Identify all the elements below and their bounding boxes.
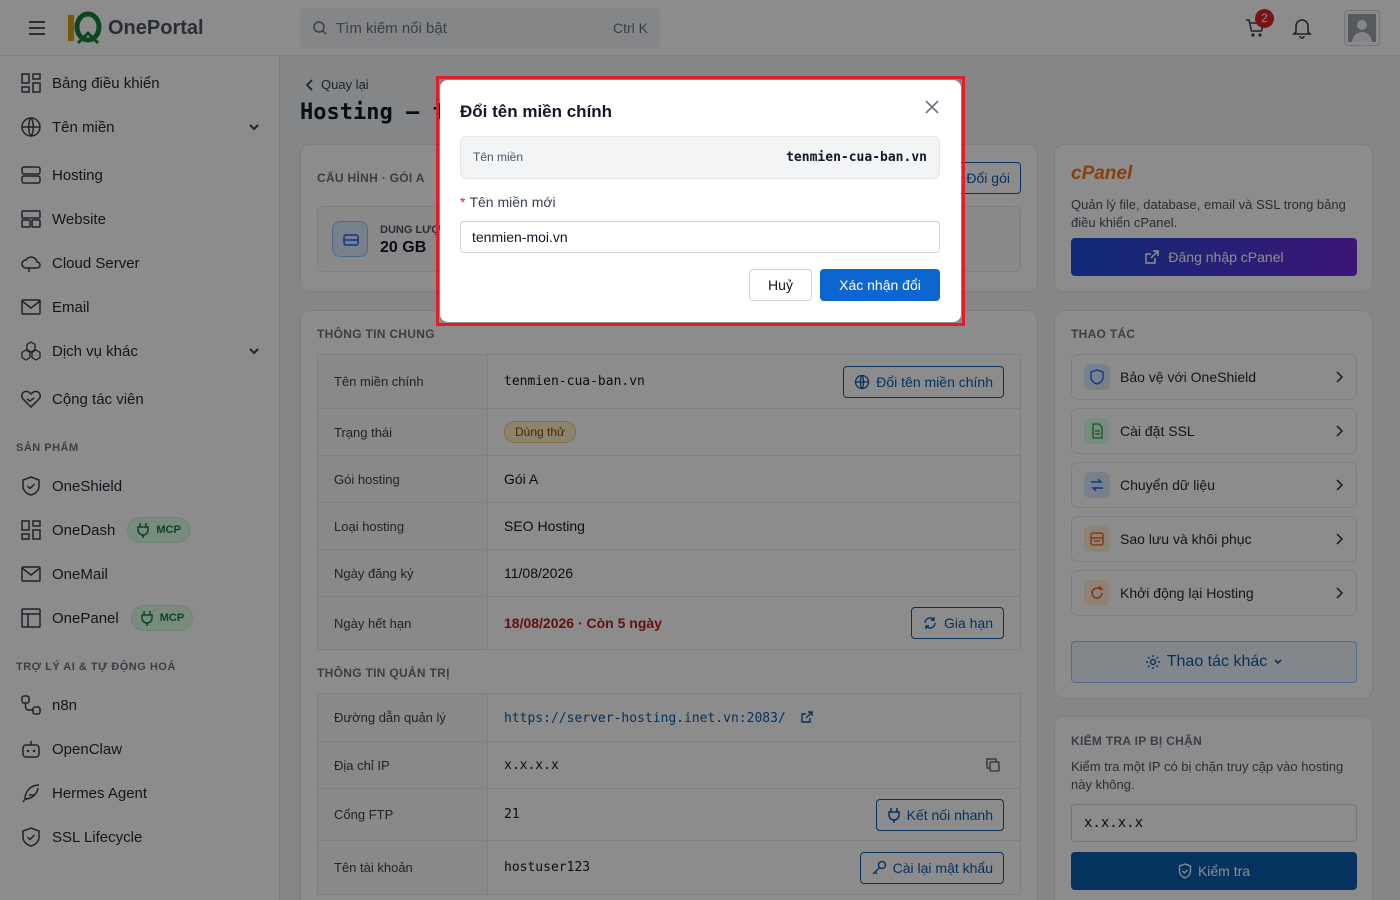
close-icon[interactable]	[925, 100, 939, 114]
rename-domain-dialog: Đổi tên miền chính Tên miền tenmien-cua-…	[440, 80, 961, 322]
new-domain-input[interactable]: tenmien-moi.vn	[460, 221, 940, 253]
current-domain-label: Tên miền	[473, 150, 524, 164]
new-domain-label-text: Tên miền mới	[469, 194, 556, 210]
dialog-title: Đổi tên miền chính	[460, 102, 613, 121]
required-mark: *	[460, 194, 466, 210]
current-domain-box: Tên miền tenmien-cua-ban.vn	[460, 136, 940, 179]
new-domain-label: * Tên miền mới	[460, 194, 556, 210]
cancel-button[interactable]: Huỷ	[749, 269, 812, 301]
confirm-button[interactable]: Xác nhận đổi	[820, 269, 940, 301]
current-domain-value: tenmien-cua-ban.vn	[786, 150, 927, 165]
